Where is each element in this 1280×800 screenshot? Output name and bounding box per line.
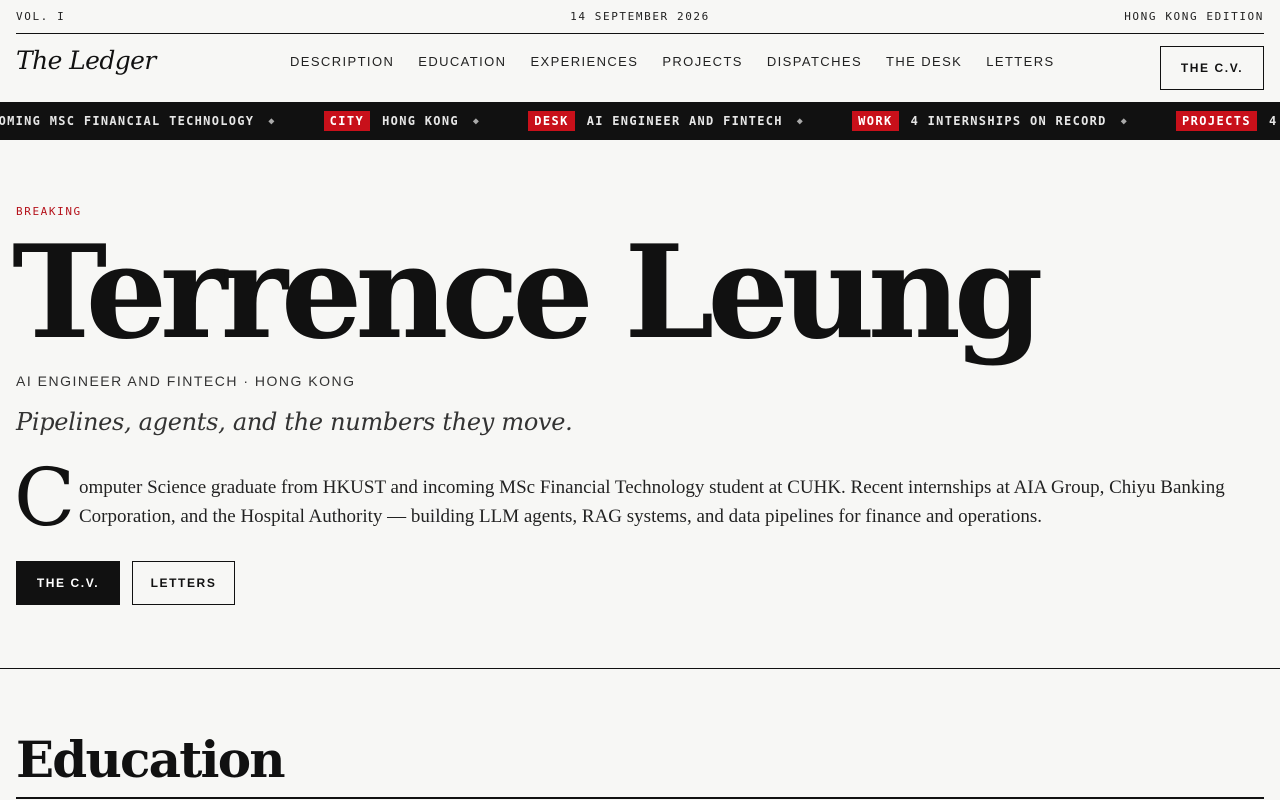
ticker-item: DESK AI ENGINEER AND FINTECH ◆ [528,111,852,131]
education-rule [16,797,1264,799]
cv-button[interactable]: THE C.V. [16,561,120,605]
section-divider [0,668,1280,669]
ticker-item: WORK 4 INTERNSHIPS ON RECORD ◆ [852,111,1176,131]
nav-dispatches[interactable]: DISPATCHES [767,54,862,69]
edition-label: HONG KONG EDITION [1124,10,1264,23]
diamond-icon: ◆ [268,115,276,127]
news-ticker: INCOMING MSC FINANCIAL TECHNOLOGY ◆ CITY… [0,102,1280,140]
hero-tagline: Pipelines, agents, and the numbers they … [16,408,573,436]
nav-letters[interactable]: LETTERS [986,54,1054,69]
ticker-item: PROJECTS 4 PROJECTS [1176,111,1280,131]
ticker-tag: WORK [852,111,899,131]
cv-button-header[interactable]: THE C.V. [1160,46,1264,90]
nav-projects[interactable]: PROJECTS [662,54,743,69]
hero-body: omputer Science graduate from HKUST and … [79,477,1225,527]
nav-the-desk[interactable]: THE DESK [886,54,962,69]
top-strip: VOL. I 14 SEPTEMBER 2026 HONG KONG EDITI… [16,0,1264,34]
date-label: 14 SEPTEMBER 2026 [570,10,710,23]
breaking-kicker: BREAKING [16,205,82,218]
education-heading: Education [16,730,286,789]
ticker-text: AI ENGINEER AND FINTECH [586,114,783,128]
letters-button[interactable]: LETTERS [132,561,235,605]
ticker-text: HONG KONG [382,114,459,128]
diamond-icon: ◆ [472,115,481,127]
nav-description[interactable]: DESCRIPTION [290,54,394,69]
ticker-tag: DESK [528,111,575,131]
ticker-lead-text: INCOMING MSC FINANCIAL TECHNOLOGY [0,114,255,128]
hero-name: Terrence Leung [12,218,1043,368]
hero-subtitle: AI ENGINEER AND FINTECH · HONG KONG [16,373,356,389]
ticker-text: 4 PROJECTS [1269,114,1280,128]
diamond-icon: ◆ [796,115,805,127]
nav-education[interactable]: EDUCATION [418,54,506,69]
drop-cap: C [14,451,75,544]
diamond-icon: ◆ [1120,115,1129,127]
ticker-track: INCOMING MSC FINANCIAL TECHNOLOGY ◆ CITY… [0,102,1280,140]
ticker-item: CITY HONG KONG ◆ [323,111,529,131]
ticker-tag: CITY [323,111,371,131]
ticker-item: INCOMING MSC FINANCIAL TECHNOLOGY ◆ [0,114,324,128]
ticker-text: 4 INTERNSHIPS ON RECORD [910,114,1107,128]
site-logo[interactable]: The Ledger [16,46,156,75]
masthead: The Ledger DESCRIPTION EDUCATION EXPERIE… [16,34,1264,102]
ticker-tag: PROJECTS [1176,111,1258,131]
main-nav: DESCRIPTION EDUCATION EXPERIENCES PROJEC… [290,54,1079,69]
nav-experiences[interactable]: EXPERIENCES [530,54,638,69]
